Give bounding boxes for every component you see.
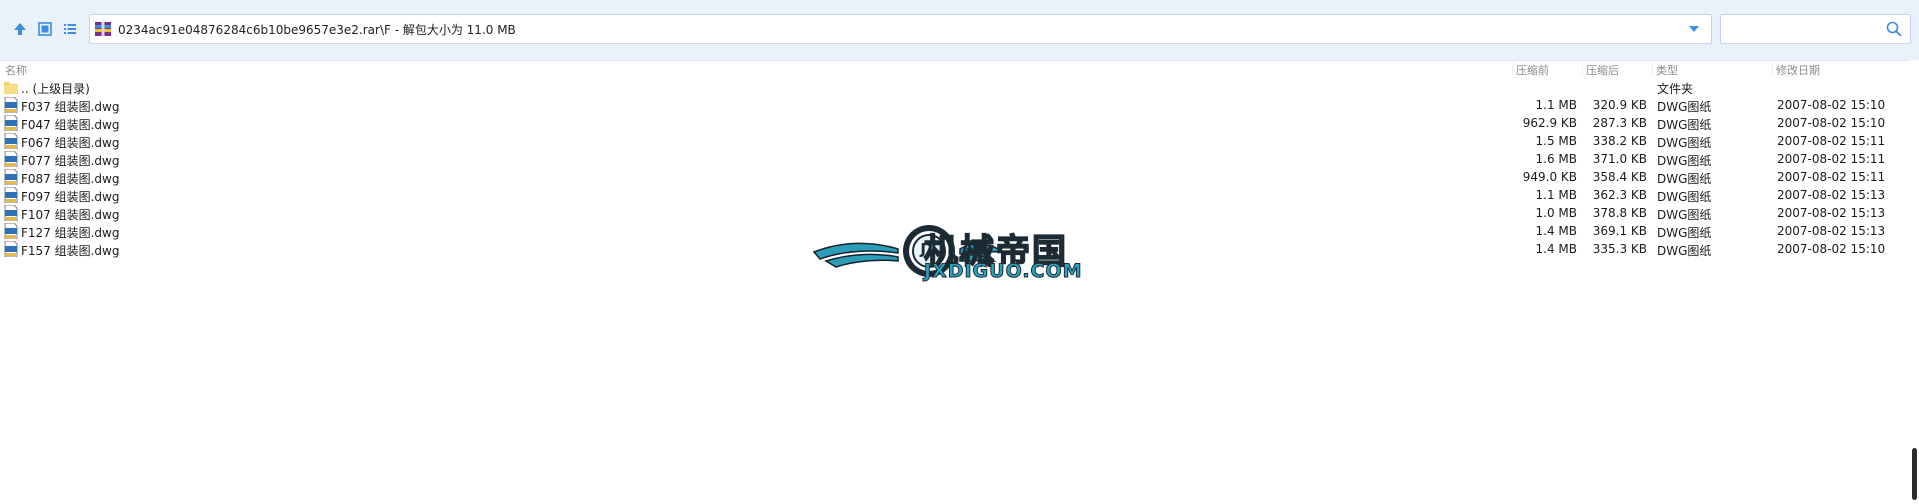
vertical-scrollbar[interactable] — [1909, 60, 1919, 504]
list-item[interactable]: F047 组装图.dwg 962.9 KB 287.3 KB DWG图纸 2007-08… — [0, 114, 1900, 132]
list-item[interactable]: F077 组装图.dwg 1.6 MB 371.0 KB DWG图纸 2007-08-0… — [0, 150, 1900, 168]
dwg-file-icon — [4, 223, 18, 239]
file-packed-size: 362.3 KB — [1592, 188, 1647, 202]
dwg-file-icon — [4, 241, 18, 257]
dwg-file-icon — [4, 133, 18, 149]
list-item-parent[interactable]: .. (上级目录) 文件夹 — [0, 78, 1900, 96]
file-packed-size: 358.4 KB — [1592, 170, 1647, 184]
file-type: DWG图纸 — [1657, 226, 1712, 240]
column-divider[interactable] — [1652, 60, 1653, 76]
search-input[interactable] — [1720, 14, 1911, 44]
folder-icon — [4, 82, 18, 94]
column-date[interactable]: 修改日期 — [1776, 62, 1820, 78]
parent-type: 文件夹 — [1657, 82, 1694, 96]
file-date: 2007-08-02 15:10 — [1777, 98, 1886, 112]
file-date: 2007-08-02 15:13 — [1777, 188, 1886, 202]
archive-path: 0234ac91e04876284c6b10be9657e3e2.rar\F -… — [118, 22, 516, 37]
dwg-file-icon — [4, 205, 18, 221]
file-size: 1.5 MB — [1535, 134, 1577, 148]
file-packed-size: 369.1 KB — [1592, 224, 1647, 238]
list-item[interactable]: F087 组装图.dwg 949.0 KB 358.4 KB DWG图纸 2007-08… — [0, 168, 1900, 186]
dwg-file-icon — [4, 187, 18, 203]
column-size[interactable]: 压缩前 — [1516, 62, 1549, 78]
file-size: 1.1 MB — [1535, 188, 1577, 202]
file-packed-size: 378.8 KB — [1592, 206, 1647, 220]
watermark-url: JXDIGUO.COM — [924, 260, 1083, 283]
parent-name: .. (上级目录) — [21, 82, 90, 96]
file-date: 2007-08-02 15:13 — [1777, 206, 1886, 220]
file-name: F127 组装图.dwg — [21, 226, 120, 240]
file-name: F047 组装图.dwg — [21, 118, 120, 132]
file-type: DWG图纸 — [1657, 208, 1712, 222]
file-packed-size: 335.3 KB — [1592, 242, 1647, 256]
column-type[interactable]: 类型 — [1656, 62, 1678, 78]
rar-archive-icon — [95, 22, 111, 36]
dwg-file-icon — [4, 169, 18, 185]
file-size: 1.6 MB — [1535, 152, 1577, 166]
file-packed-size: 287.3 KB — [1592, 116, 1647, 130]
chevron-down-icon — [1689, 26, 1699, 32]
file-type: DWG图纸 — [1657, 100, 1712, 114]
file-date: 2007-08-02 15:11 — [1777, 134, 1886, 148]
file-name: F107 组装图.dwg — [21, 208, 120, 222]
list-view-button[interactable] — [61, 20, 79, 38]
file-type: DWG图纸 — [1657, 136, 1712, 150]
list-item[interactable]: F037 组装图.dwg 1.1 MB 320.9 KB DWG图纸 2007-08-0… — [0, 96, 1900, 114]
file-name: F097 组装图.dwg — [21, 190, 120, 204]
file-packed-size: 338.2 KB — [1592, 134, 1647, 148]
file-date: 2007-08-02 15:10 — [1777, 242, 1886, 256]
file-size: 1.4 MB — [1535, 242, 1577, 256]
file-size: 949.0 KB — [1522, 170, 1577, 184]
list-view-icon — [64, 24, 76, 34]
file-type: DWG图纸 — [1657, 190, 1712, 204]
address-dropdown-button[interactable] — [1687, 22, 1701, 36]
column-header: 名称 压缩前 压缩后 类型 修改日期 — [0, 60, 1919, 78]
column-name[interactable]: 名称 — [5, 62, 27, 78]
file-size: 1.1 MB — [1535, 98, 1577, 112]
file-name: F157 组装图.dwg — [21, 244, 120, 258]
file-packed-size: 371.0 KB — [1592, 152, 1647, 166]
list-item[interactable]: F067 组装图.dwg 1.5 MB 338.2 KB DWG图纸 2007-08-0… — [0, 132, 1900, 150]
file-size: 962.9 KB — [1522, 116, 1577, 130]
column-divider[interactable] — [1512, 60, 1513, 76]
list-item[interactable]: F097 组装图.dwg 1.1 MB 362.3 KB DWG图纸 2007-08-0… — [0, 186, 1900, 204]
file-name: F067 组装图.dwg — [21, 136, 120, 150]
file-date: 2007-08-02 15:11 — [1777, 152, 1886, 166]
thumbnail-view-button[interactable] — [36, 20, 54, 38]
arrow-up-icon — [14, 23, 26, 35]
column-divider[interactable] — [1582, 60, 1583, 76]
column-packed[interactable]: 压缩后 — [1586, 62, 1619, 78]
file-size: 1.4 MB — [1535, 224, 1577, 238]
file-type: DWG图纸 — [1657, 154, 1712, 168]
dwg-file-icon — [4, 151, 18, 167]
dwg-file-icon — [4, 115, 18, 131]
toolbar: 0234ac91e04876284c6b10be9657e3e2.rar\F -… — [0, 0, 1919, 61]
up-button[interactable] — [11, 20, 29, 38]
dwg-file-icon — [4, 97, 18, 113]
thumbnail-view-icon — [38, 22, 52, 36]
file-type: DWG图纸 — [1657, 244, 1712, 258]
file-size: 1.0 MB — [1535, 206, 1577, 220]
search-icon[interactable] — [1886, 21, 1902, 37]
file-date: 2007-08-02 15:10 — [1777, 116, 1886, 130]
file-type: DWG图纸 — [1657, 118, 1712, 132]
file-date: 2007-08-02 15:11 — [1777, 170, 1886, 184]
column-divider[interactable] — [1772, 60, 1773, 76]
file-type: DWG图纸 — [1657, 172, 1712, 186]
file-date: 2007-08-02 15:13 — [1777, 224, 1886, 238]
scrollbar-thumb[interactable] — [1912, 448, 1917, 500]
file-packed-size: 320.9 KB — [1592, 98, 1647, 112]
file-name: F087 组装图.dwg — [21, 172, 120, 186]
file-name: F077 组装图.dwg — [21, 154, 120, 168]
file-name: F037 组装图.dwg — [21, 100, 120, 114]
address-bar[interactable]: 0234ac91e04876284c6b10be9657e3e2.rar\F -… — [89, 14, 1712, 44]
